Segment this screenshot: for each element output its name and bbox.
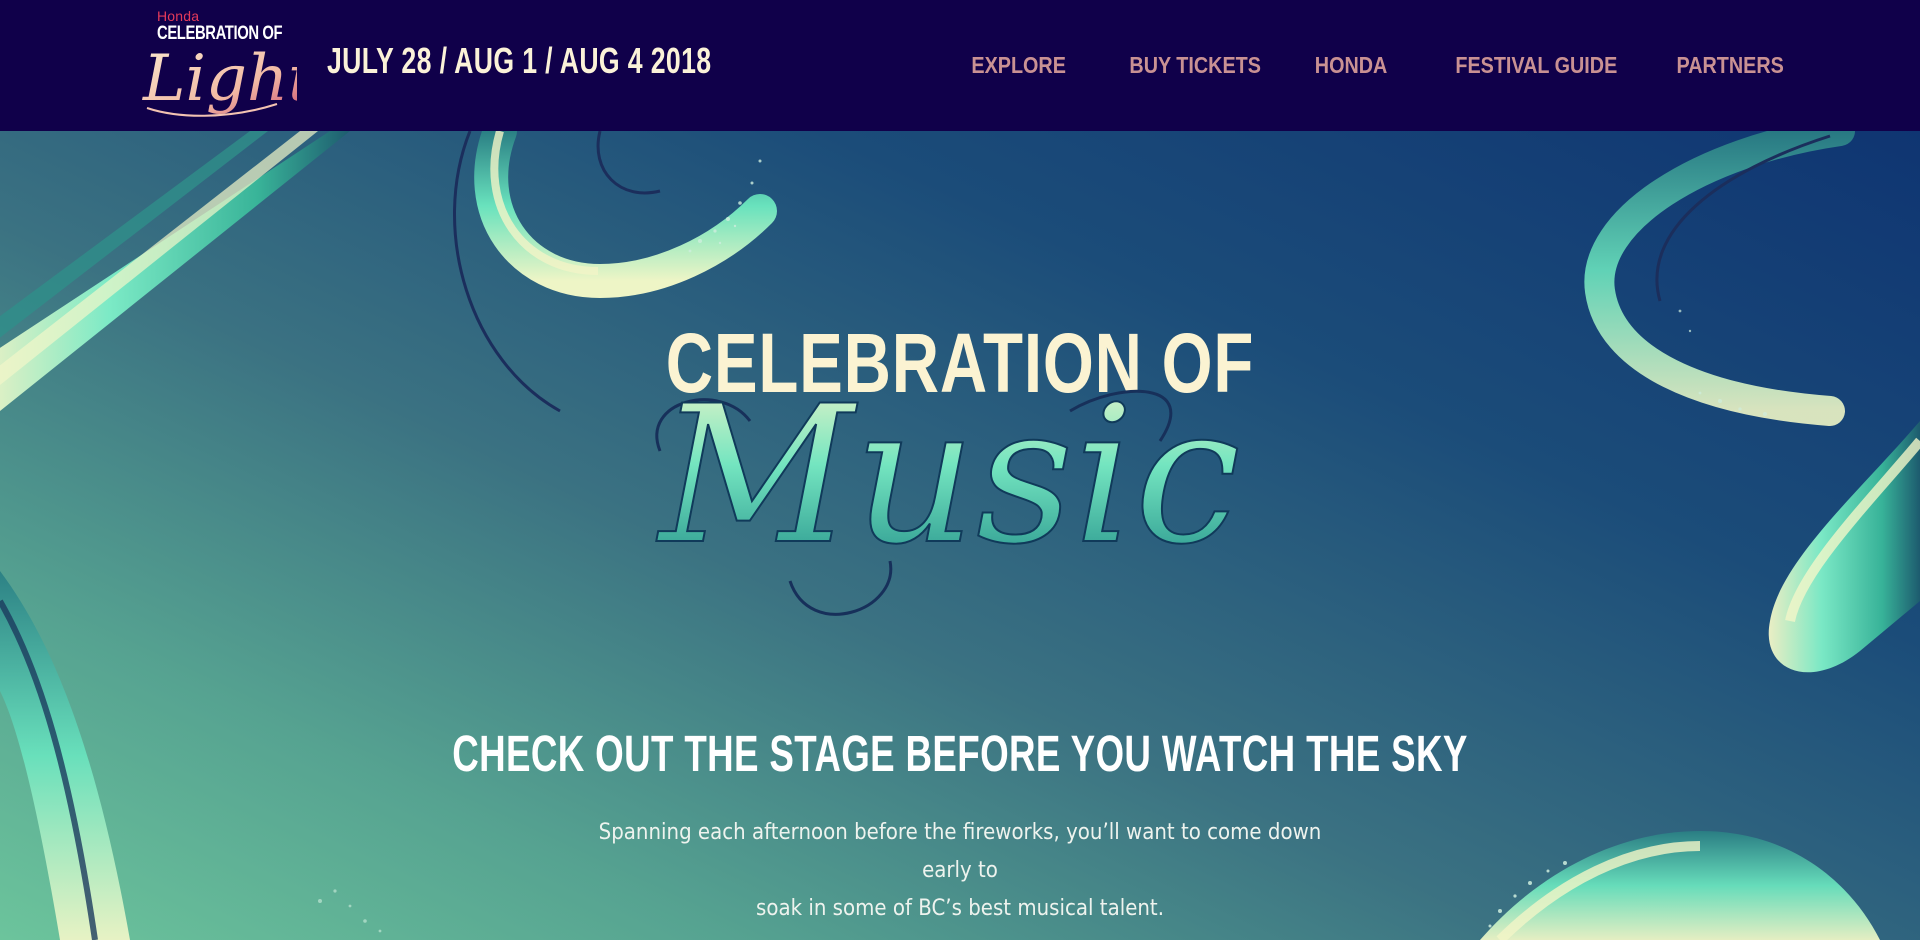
celebration-of-light-logo[interactable]: Honda CELEBRATION OF Light <box>137 6 297 124</box>
honda-brand-text: Honda <box>157 8 200 24</box>
festival-dates: JULY 28 / AUG 1 / AUG 4 2018 <box>327 40 712 81</box>
nav-explore[interactable]: EXPLORE <box>971 52 1066 79</box>
hero-title-script: Music <box>655 364 1242 616</box>
hero-description-line-2: soak in some of BC’s best musical talent… <box>756 896 1164 921</box>
nav-honda[interactable]: HONDA <box>1314 52 1387 79</box>
site-header: Honda CELEBRATION OF Light JULY 28 / AUG… <box>0 0 1920 131</box>
nav-festival-guide[interactable]: FESTIVAL GUIDE <box>1455 52 1617 79</box>
hero-description-line-1: Spanning each afternoon before the firew… <box>598 820 1322 883</box>
logo-script-light: Light <box>142 42 297 117</box>
nav-partners[interactable]: PARTNERS <box>1677 52 1784 79</box>
hero-subheading: CHECK OUT THE STAGE BEFORE YOU WATCH THE… <box>452 725 1468 782</box>
hero-description: Spanning each afternoon before the firew… <box>582 814 1338 928</box>
nav-buy-tickets[interactable]: BUY TICKETS <box>1129 52 1261 79</box>
hero-section: CELEBRATION OF Music CHECK OUT THE STAGE… <box>0 131 1920 940</box>
main-nav: EXPLORE BUY TICKETS HONDA FESTIVAL GUIDE… <box>946 52 1784 79</box>
svg-text:Music: Music <box>656 365 1241 586</box>
